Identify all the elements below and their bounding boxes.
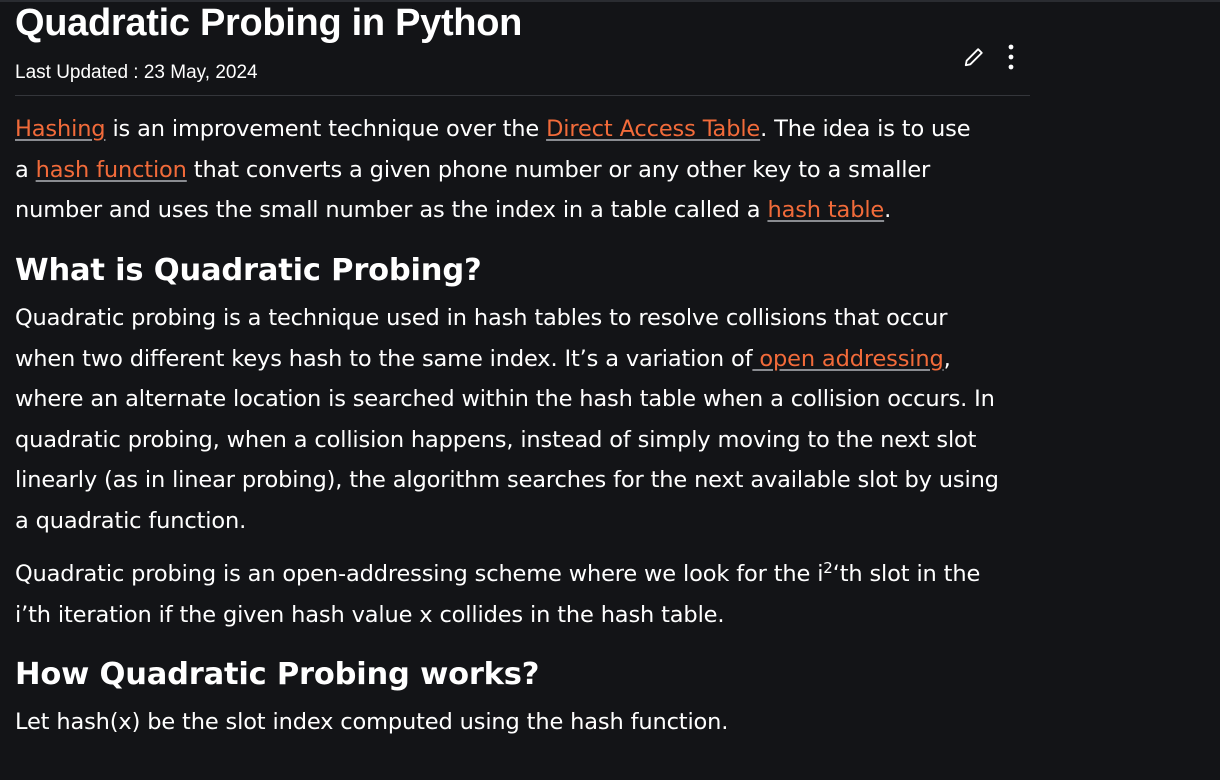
last-updated: Last Updated : 23 May, 2024 — [15, 62, 258, 83]
quadratic-definition-paragraph: Quadratic probing is an open-addressing … — [15, 559, 981, 628]
hashing-link[interactable]: Hashing — [15, 116, 106, 142]
section1-paragraph: Quadratic probing is a technique used in… — [15, 305, 999, 534]
superscript-two: 2 — [823, 559, 833, 577]
section2-paragraph: Let hash(x) be the slot index computed u… — [15, 709, 729, 735]
section-heading-how: How Quadratic Probing works? — [15, 657, 540, 692]
hash-function-link[interactable]: hash function — [36, 157, 187, 183]
open-addressing-link[interactable]: open addressing — [752, 346, 943, 372]
article-actions — [963, 42, 1015, 72]
header-divider — [15, 95, 1030, 96]
more-vertical-icon[interactable] — [1007, 43, 1015, 71]
article-title: Quadratic Probing in Python — [15, 2, 523, 44]
pencil-icon[interactable] — [963, 46, 985, 68]
direct-access-table-link[interactable]: Direct Access Table — [546, 116, 760, 142]
intro-paragraph: Hashing is an improvement technique over… — [15, 116, 971, 223]
hash-table-link[interactable]: hash table — [767, 197, 884, 223]
section-heading-what: What is Quadratic Probing? — [15, 253, 482, 288]
